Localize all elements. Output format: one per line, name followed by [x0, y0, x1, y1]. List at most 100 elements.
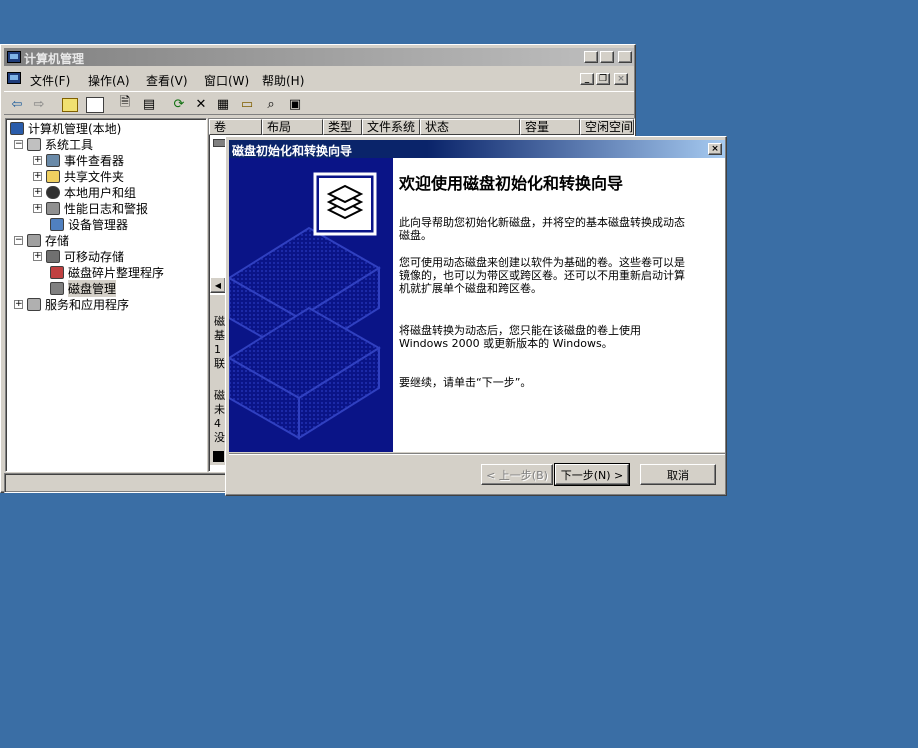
open-folder-icon[interactable]: ▭: [238, 95, 256, 113]
disk-init-wizard-dialog: 磁盘初始化和转换向导 × 欢迎使用磁盘初始化和转换向导 此向导帮助您初始化新磁盘…: [225, 136, 727, 496]
column-layout[interactable]: 布局: [262, 119, 323, 135]
tree-item-removable-storage[interactable]: + 可移动存储: [33, 248, 124, 264]
menu-window[interactable]: 窗口(W): [204, 72, 249, 89]
unallocated-legend-swatch: [213, 451, 224, 462]
properties-icon[interactable]: 🗎: [116, 95, 134, 113]
wizard-paragraph-dynamic: 您可使用动态磁盘来创建以软件为基础的卷。这些卷可以是镜像的，也可以为带区或跨区卷…: [399, 256, 685, 295]
console-tree[interactable]: 计算机管理(本地) − 系统工具 + 事件查看器 + 共享文件夹 + 本地用户和…: [5, 118, 207, 472]
tree-label: 事件查看器: [64, 153, 125, 168]
disk-stack-logo: [313, 172, 377, 236]
up-folder-icon[interactable]: [62, 98, 78, 112]
tree-label: 可移动存储: [64, 249, 125, 264]
next-button[interactable]: 下一步(N) >: [554, 463, 630, 486]
disk-1-line: 4: [214, 417, 221, 430]
forward-arrow-icon[interactable]: ⇨: [30, 95, 48, 113]
tree-label: 本地用户和组: [64, 185, 137, 200]
tree-label: 磁盘碎片整理程序: [68, 265, 165, 280]
expand-icon[interactable]: +: [14, 299, 23, 309]
main-titlebar[interactable]: 计算机管理 _ □ ×: [4, 48, 634, 66]
shared-folder-icon: [46, 169, 60, 183]
disk-0-label[interactable]: 磁 基 1 联: [214, 315, 225, 371]
tree-item-defragmenter[interactable]: 磁盘碎片整理程序: [50, 264, 164, 280]
maximize-button[interactable]: □: [600, 51, 614, 63]
menu-action[interactable]: 操作(A): [88, 72, 130, 89]
column-status[interactable]: 状态: [420, 119, 520, 135]
tree-label: 性能日志和警报: [64, 201, 149, 216]
disk-1-label[interactable]: 磁 未 4 没: [214, 389, 225, 445]
device-manager-icon: [50, 217, 64, 231]
wizard-paragraph-windows: 将磁盘转换为动态后，您只能在该磁盘的卷上使用 Windows 2000 或更新版…: [399, 324, 641, 350]
tools-icon: [27, 137, 41, 151]
back-button[interactable]: < 上一步(B): [481, 464, 553, 485]
refresh-icon[interactable]: ⟳: [170, 95, 188, 113]
wizard-paragraph-continue: 要继续，请单击“下一步”。: [399, 376, 532, 389]
wizard-heading: 欢迎使用磁盘初始化和转换向导: [399, 174, 624, 193]
users-icon: [46, 185, 60, 199]
menu-view[interactable]: 查看(V): [146, 72, 188, 89]
services-icon: [27, 297, 41, 311]
tree-item-performance-logs[interactable]: + 性能日志和警报: [33, 200, 148, 216]
collapse-icon[interactable]: −: [14, 235, 23, 245]
column-volume[interactable]: 卷: [209, 119, 262, 135]
wizard-banner: [229, 158, 393, 452]
column-capacity[interactable]: 容量: [520, 119, 580, 135]
expand-icon[interactable]: +: [33, 203, 42, 213]
column-type[interactable]: 类型: [323, 119, 362, 135]
child-minimize-button[interactable]: _: [580, 73, 594, 85]
collapse-icon[interactable]: −: [14, 139, 23, 149]
expand-icon[interactable]: +: [33, 187, 42, 197]
disk-0-line: 1: [214, 343, 221, 356]
tree-item-system-tools[interactable]: − 系统工具: [14, 136, 93, 152]
tree-item-storage[interactable]: − 存储: [14, 232, 69, 248]
delete-icon[interactable]: ✕: [192, 95, 210, 113]
wizard-separator: [229, 453, 725, 455]
show-hide-tree-icon[interactable]: [86, 97, 104, 113]
disk-1-line: 未: [214, 403, 225, 416]
column-free-space[interactable]: 空闲空间: [580, 119, 634, 135]
disk-properties-icon[interactable]: ▦: [214, 95, 232, 113]
close-button[interactable]: ×: [618, 51, 632, 63]
expand-icon[interactable]: +: [33, 171, 42, 181]
tree-item-services-apps[interactable]: + 服务和应用程序: [14, 296, 129, 312]
tree-label: 共享文件夹: [64, 169, 125, 184]
column-filesystem[interactable]: 文件系统: [362, 119, 420, 135]
performance-icon: [46, 201, 60, 215]
disk-0-line: 基: [214, 329, 225, 342]
computer-icon: [10, 121, 24, 135]
menu-file[interactable]: 文件(F): [30, 72, 70, 89]
tree-item-shared-folders[interactable]: + 共享文件夹: [33, 168, 124, 184]
tree-item-disk-management[interactable]: 磁盘管理: [50, 279, 117, 297]
removable-storage-icon: [46, 249, 60, 263]
minimize-button[interactable]: _: [584, 51, 598, 63]
search-icon[interactable]: ⌕: [262, 95, 280, 113]
mmc-document-icon[interactable]: [7, 72, 21, 84]
storage-icon: [27, 233, 41, 247]
scroll-left-button[interactable]: ◀: [210, 277, 226, 293]
defrag-icon: [50, 265, 64, 279]
disk-0-line: 联: [214, 357, 225, 370]
disk-1-line: 没: [214, 431, 225, 444]
main-window-title: 计算机管理: [24, 52, 85, 66]
tree-item-computer-management[interactable]: 计算机管理(本地): [10, 120, 121, 136]
wizard-titlebar[interactable]: 磁盘初始化和转换向导 ×: [229, 140, 725, 158]
wizard-title: 磁盘初始化和转换向导: [232, 144, 353, 158]
expand-icon[interactable]: +: [33, 155, 42, 165]
expand-icon[interactable]: +: [33, 251, 42, 261]
child-restore-button[interactable]: ❐: [596, 73, 610, 85]
wizard-content: 欢迎使用磁盘初始化和转换向导 此向导帮助您初始化新磁盘，并将空的基本磁盘转换成动…: [393, 158, 725, 452]
help-icon[interactable]: ▣: [286, 95, 304, 113]
disk-1-line: 磁: [214, 389, 225, 402]
back-arrow-icon[interactable]: ⇦: [8, 95, 26, 113]
wizard-paragraph-intro: 此向导帮助您初始化新磁盘，并将空的基本磁盘转换成动态磁盘。: [399, 216, 685, 242]
menu-help[interactable]: 帮助(H): [262, 72, 304, 89]
wizard-close-button[interactable]: ×: [708, 143, 722, 155]
tree-label: 计算机管理(本地): [28, 121, 122, 136]
child-close-button[interactable]: ×: [614, 73, 628, 85]
tree-item-event-viewer[interactable]: + 事件查看器: [33, 152, 124, 168]
tree-item-local-users[interactable]: + 本地用户和组: [33, 184, 136, 200]
export-list-icon[interactable]: ▤: [140, 95, 158, 113]
tree-item-device-manager[interactable]: 设备管理器: [50, 216, 128, 232]
tree-label: 存储: [45, 233, 70, 248]
cancel-button[interactable]: 取消: [640, 464, 716, 485]
tree-label: 系统工具: [45, 137, 94, 152]
